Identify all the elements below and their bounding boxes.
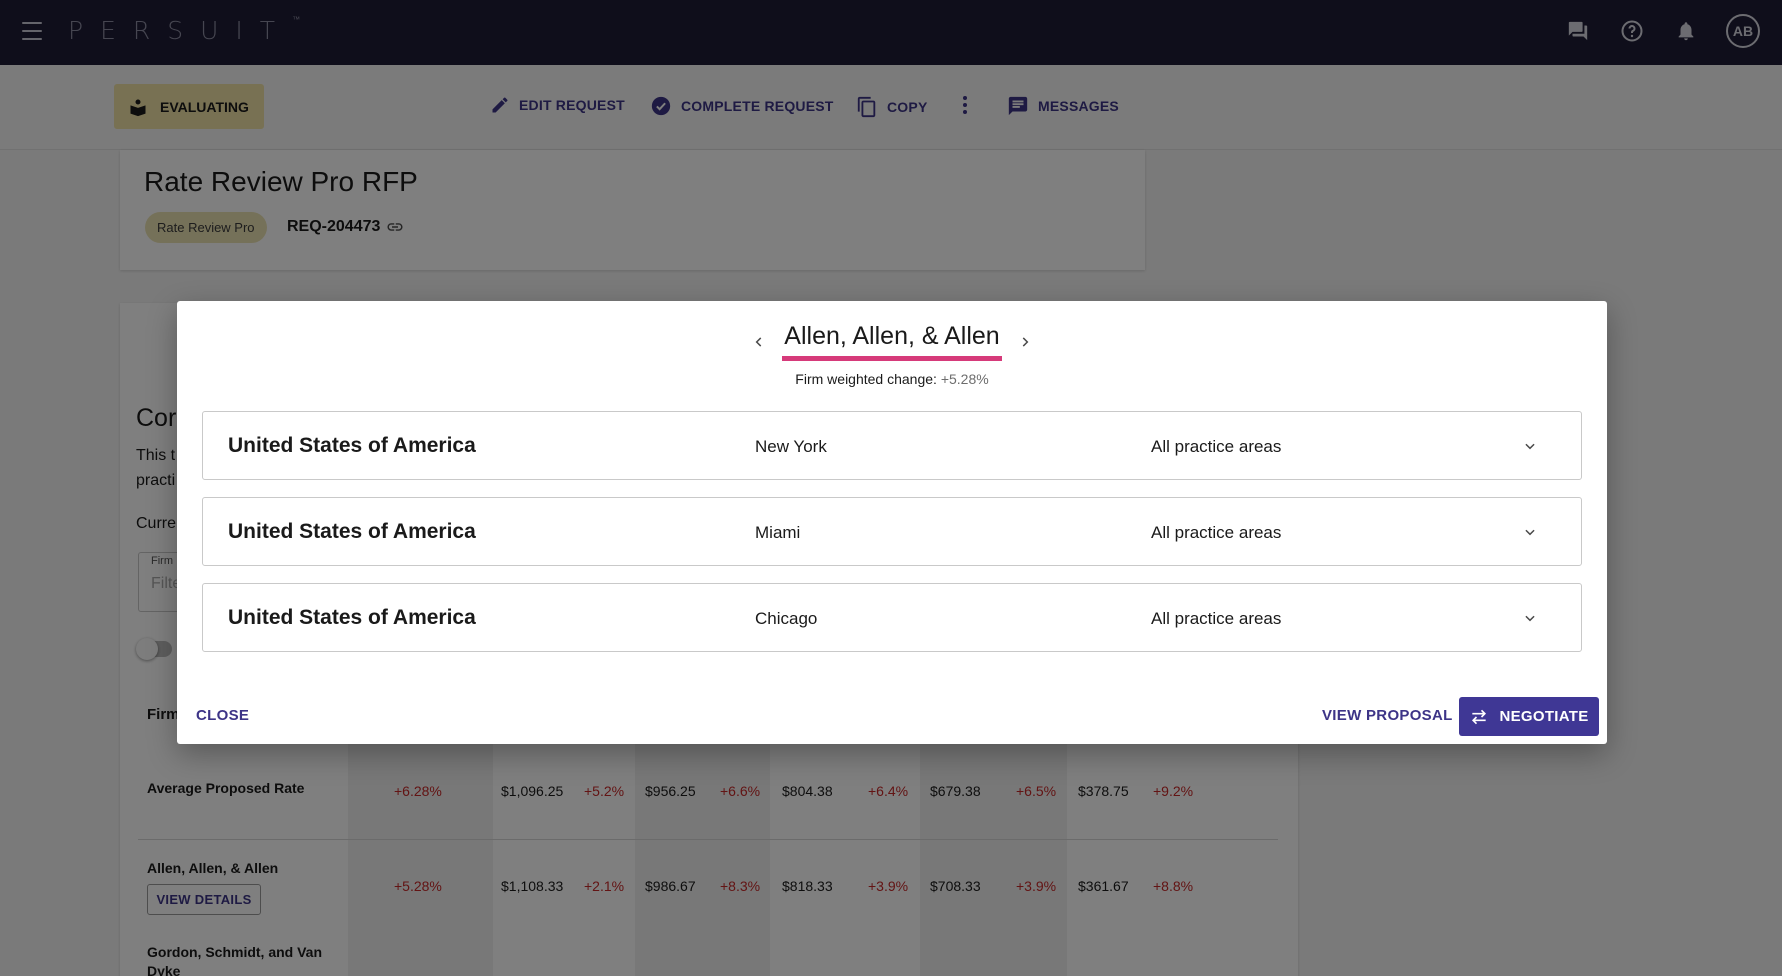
region-practice: All practice areas bbox=[1151, 437, 1282, 456]
region-practice: All practice areas bbox=[1151, 523, 1282, 542]
chevron-down-icon[interactable] bbox=[1519, 435, 1541, 457]
region-row[interactable]: United States of America Chicago All pra… bbox=[202, 583, 1582, 652]
modal-header: Allen, Allen, & Allen bbox=[177, 322, 1607, 361]
region-city: Chicago bbox=[755, 609, 818, 628]
region-row[interactable]: United States of America Miami All pract… bbox=[202, 497, 1582, 566]
region-city: Miami bbox=[755, 523, 801, 542]
chevron-left-icon[interactable] bbox=[748, 331, 770, 353]
swap-icon bbox=[1472, 709, 1487, 724]
chevron-right-icon[interactable] bbox=[1014, 331, 1036, 353]
region-country: United States of America bbox=[228, 606, 476, 629]
weighted-label: Firm weighted change: bbox=[795, 371, 937, 387]
region-row[interactable]: United States of America New York All pr… bbox=[202, 411, 1582, 480]
region-city: New York bbox=[755, 437, 827, 456]
close-button[interactable]: CLOSE bbox=[196, 707, 249, 724]
region-practice: All practice areas bbox=[1151, 609, 1282, 628]
modal-firm-name: Allen, Allen, & Allen bbox=[782, 322, 1002, 361]
view-proposal-button[interactable]: VIEW PROPOSAL bbox=[1322, 707, 1453, 724]
negotiate-label: NEGOTIATE bbox=[1499, 708, 1589, 725]
chevron-down-icon[interactable] bbox=[1519, 607, 1541, 629]
firm-details-modal: Allen, Allen, & Allen Firm weighted chan… bbox=[177, 301, 1607, 744]
chevron-down-icon[interactable] bbox=[1519, 521, 1541, 543]
negotiate-button[interactable]: NEGOTIATE bbox=[1459, 697, 1599, 736]
region-country: United States of America bbox=[228, 520, 476, 543]
weighted-value: +5.28% bbox=[940, 371, 989, 387]
firm-weighted-change: Firm weighted change: +5.28% bbox=[177, 371, 1607, 387]
region-country: United States of America bbox=[228, 434, 476, 457]
